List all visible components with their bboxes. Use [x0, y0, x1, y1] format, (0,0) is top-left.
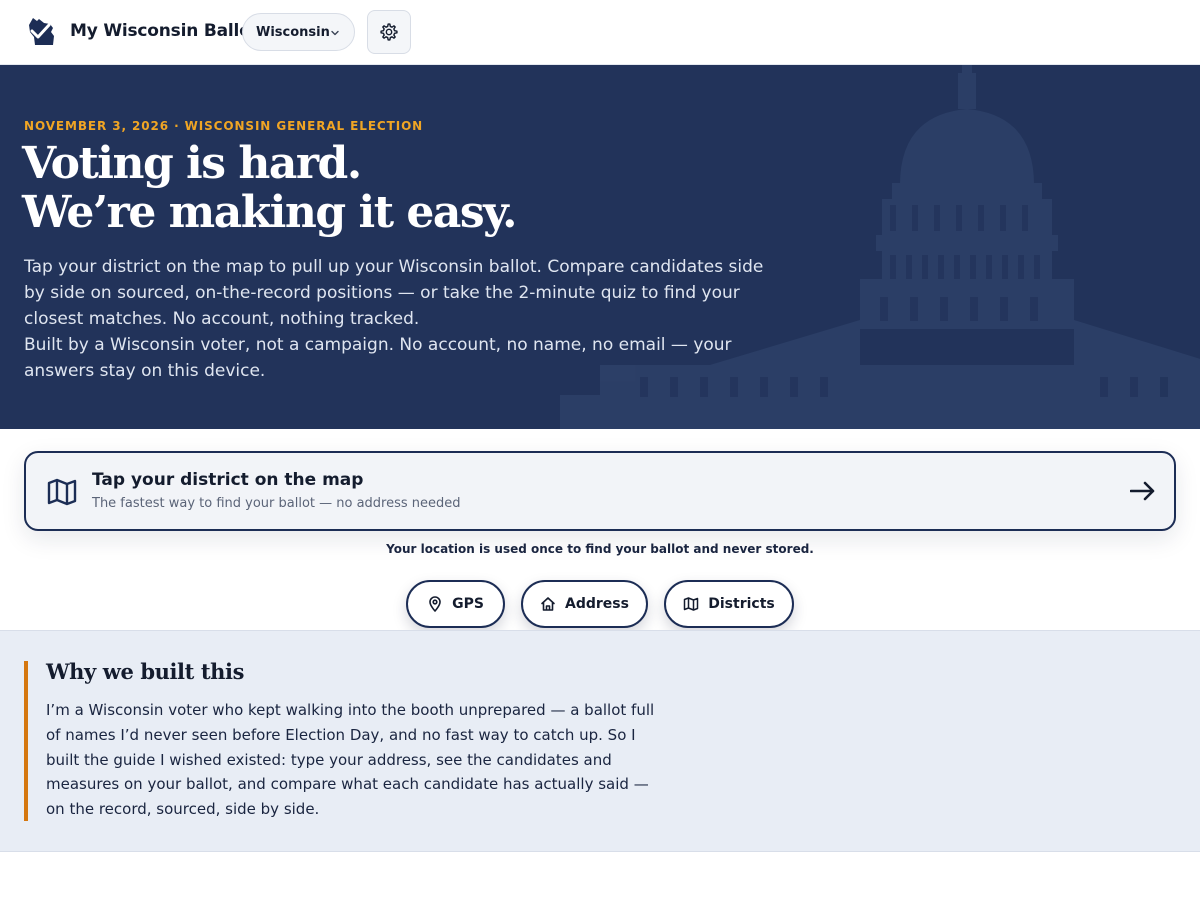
hero-paragraph-2: Built by a Wisconsin voter, not a campai…	[24, 335, 732, 381]
app-title[interactable]: My Wisconsin Ballot	[70, 21, 259, 41]
home-icon	[541, 597, 555, 611]
accent-bar	[24, 661, 28, 821]
why-body: I’m a Wisconsin voter who kept walking i…	[46, 701, 655, 819]
map-cta-subtitle: The fastest way to find your ballot — no…	[92, 496, 461, 511]
map-icon	[684, 597, 699, 611]
hero-headline: Voting is hard. We’re making it easy.	[22, 138, 517, 238]
districts-button-label: Districts	[708, 596, 775, 612]
why-we-built-this-section: Why we built this I’m a Wisconsin voter …	[0, 630, 1200, 852]
state-selector-value: Wisconsin	[256, 24, 330, 40]
chevron-down-icon	[331, 30, 339, 36]
state-selector[interactable]: Wisconsin	[242, 13, 355, 51]
gps-button[interactable]: GPS	[406, 580, 505, 628]
map-cta-title: Tap your district on the map	[92, 470, 364, 490]
hero-headline-line-2: We’re making it easy.	[22, 187, 517, 238]
settings-button[interactable]	[367, 10, 411, 54]
gps-button-label: GPS	[452, 596, 484, 612]
hero-banner: NOVEMBER 3, 2026 · WISCONSIN GENERAL ELE…	[0, 65, 1200, 429]
why-heading: Why we built this	[46, 659, 245, 684]
address-button-label: Address	[565, 596, 629, 612]
location-privacy-note: Your location is used once to find your …	[386, 542, 814, 556]
gear-icon	[380, 23, 398, 41]
hero-paragraph-1: Tap your district on the map to pull up …	[24, 257, 764, 329]
location-pin-icon	[429, 596, 441, 612]
arrow-right-icon	[1130, 481, 1155, 501]
districts-button[interactable]: Districts	[664, 580, 794, 628]
top-bar: My Wisconsin Ballot Wisconsin	[0, 0, 1200, 65]
hero-description: Tap your district on the map to pull up …	[24, 254, 764, 384]
map-icon	[47, 478, 77, 506]
map-district-button[interactable]: Tap your district on the map The fastest…	[24, 451, 1176, 531]
hero-headline-line-1: Voting is hard.	[22, 138, 362, 189]
address-button[interactable]: Address	[521, 580, 648, 628]
wisconsin-logo-icon[interactable]	[26, 16, 58, 48]
election-date-eyebrow: NOVEMBER 3, 2026 · WISCONSIN GENERAL ELE…	[24, 119, 424, 133]
